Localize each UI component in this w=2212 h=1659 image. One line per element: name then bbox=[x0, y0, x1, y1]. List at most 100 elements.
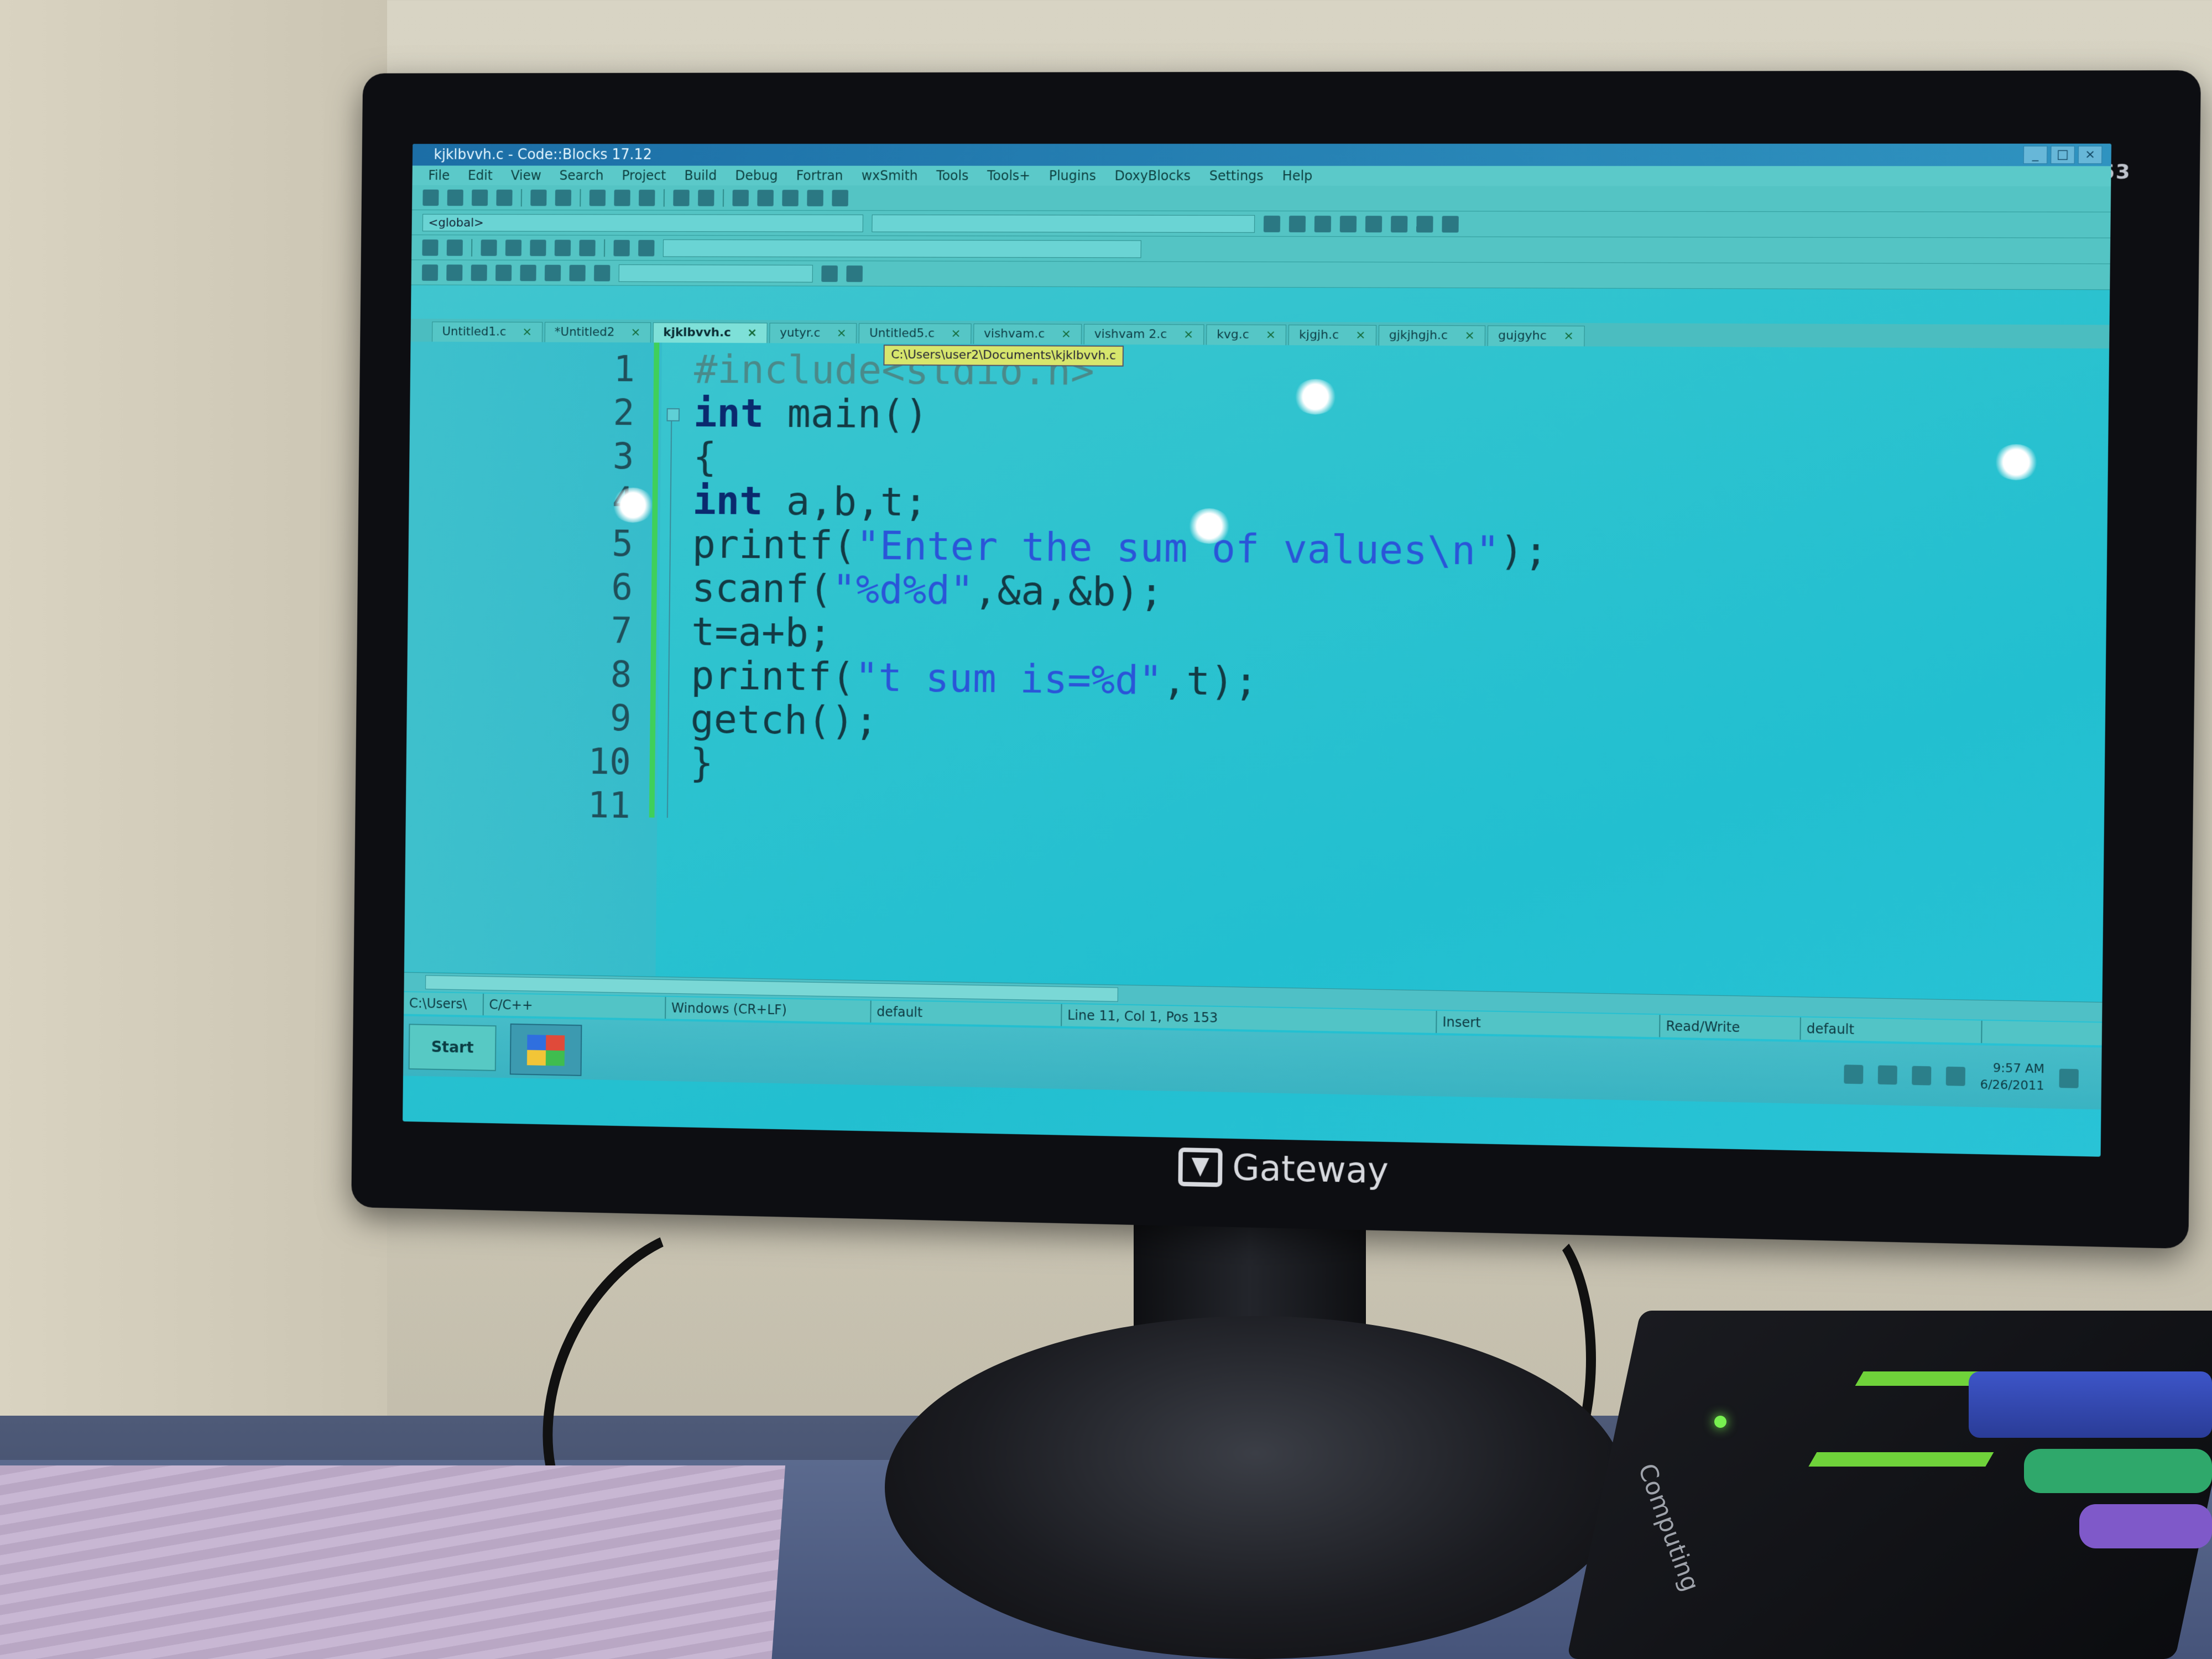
debug-start-icon[interactable] bbox=[1263, 215, 1281, 232]
open-file-icon[interactable] bbox=[447, 189, 463, 206]
volume-icon[interactable] bbox=[1912, 1066, 1932, 1086]
toolbar-combobox[interactable] bbox=[662, 239, 1141, 258]
show-desktop-icon[interactable] bbox=[2059, 1068, 2079, 1088]
menu-wxsmith[interactable]: wxSmith bbox=[862, 166, 918, 186]
close-icon[interactable]: × bbox=[630, 323, 640, 343]
zoom-out-icon[interactable] bbox=[594, 264, 611, 281]
align-center-icon[interactable] bbox=[520, 264, 536, 281]
code-editor[interactable]: 1 2 3 4 5 6 7 8 9 10 11 #include<stdio.h… bbox=[404, 341, 2109, 1001]
tab-label: kjklbvvh.c bbox=[663, 325, 732, 340]
menu-doxyblocks[interactable]: DoxyBlocks bbox=[1114, 166, 1191, 186]
align-right-icon[interactable] bbox=[544, 264, 561, 281]
layout-icon[interactable] bbox=[471, 264, 487, 281]
menu-tools-plus[interactable]: Tools+ bbox=[987, 166, 1031, 186]
close-icon[interactable]: × bbox=[1355, 326, 1366, 346]
abort-icon[interactable] bbox=[832, 189, 849, 206]
bookmark-prev-icon[interactable] bbox=[505, 239, 522, 256]
tab-kjgjh[interactable]: kjgjh.c × bbox=[1288, 325, 1376, 346]
connection-error-icon[interactable] bbox=[1945, 1066, 1966, 1086]
scope-dropdown[interactable]: <global> bbox=[422, 213, 864, 232]
debug-windows-icon[interactable] bbox=[1442, 215, 1459, 233]
build-run-icon[interactable] bbox=[782, 189, 799, 206]
menu-tools[interactable]: Tools bbox=[936, 166, 969, 186]
replace-icon[interactable] bbox=[698, 189, 714, 206]
run-icon[interactable] bbox=[757, 189, 774, 206]
menu-project[interactable]: Project bbox=[622, 166, 666, 186]
save-all-icon[interactable] bbox=[496, 189, 513, 206]
bookmark-next-icon[interactable] bbox=[530, 239, 546, 256]
build-icon[interactable] bbox=[732, 189, 749, 206]
tray-clock[interactable]: 9:57 AM 6/26/2011 bbox=[1980, 1060, 2044, 1095]
search-combobox[interactable] bbox=[618, 264, 813, 283]
pause-icon[interactable] bbox=[1390, 215, 1408, 232]
uncomment-icon[interactable] bbox=[579, 239, 596, 256]
menu-view[interactable]: View bbox=[510, 166, 541, 185]
tab-untitled1[interactable]: Untitled1.c × bbox=[432, 321, 542, 342]
find-icon[interactable] bbox=[673, 189, 690, 206]
start-button[interactable]: Start bbox=[408, 1024, 497, 1071]
ps2-connector-purple bbox=[2079, 1504, 2212, 1548]
close-icon[interactable]: × bbox=[1464, 326, 1475, 346]
close-icon[interactable]: × bbox=[837, 324, 847, 343]
save-icon[interactable] bbox=[471, 189, 488, 206]
tab-untitled5[interactable]: Untitled5.c × bbox=[859, 323, 972, 344]
fold-icon[interactable] bbox=[638, 239, 655, 257]
bookmark-toggle-icon[interactable] bbox=[481, 239, 497, 256]
settings-icon[interactable] bbox=[846, 265, 863, 282]
maximize-button[interactable]: □ bbox=[2051, 145, 2075, 164]
fold-toggle-icon[interactable] bbox=[666, 408, 680, 421]
paste-icon[interactable] bbox=[639, 189, 655, 206]
copy-icon[interactable] bbox=[614, 189, 630, 206]
run-to-cursor-icon[interactable] bbox=[1288, 215, 1306, 232]
close-icon[interactable]: × bbox=[1183, 325, 1194, 345]
menu-plugins[interactable]: Plugins bbox=[1049, 166, 1096, 186]
menu-file[interactable]: File bbox=[428, 166, 450, 185]
new-file-icon[interactable] bbox=[422, 189, 439, 206]
tab-gjkjhgjh[interactable]: gjkjhgjh.c × bbox=[1378, 325, 1486, 346]
close-icon[interactable]: × bbox=[522, 322, 532, 342]
tab-gujgyhc[interactable]: gujgyhc × bbox=[1487, 325, 1585, 347]
close-icon[interactable]: × bbox=[1266, 325, 1276, 345]
tray-arrow-icon[interactable] bbox=[1844, 1065, 1864, 1084]
search-icon[interactable] bbox=[821, 265, 838, 282]
menu-settings[interactable]: Settings bbox=[1209, 166, 1264, 186]
menu-help[interactable]: Help bbox=[1282, 166, 1313, 186]
zoom-in-icon[interactable] bbox=[569, 264, 586, 281]
tab-vishvam-2[interactable]: vishvam 2.c × bbox=[1083, 324, 1204, 345]
network-icon[interactable] bbox=[1877, 1065, 1898, 1085]
symbol-dropdown[interactable] bbox=[872, 214, 1255, 233]
next-line-icon[interactable] bbox=[1314, 215, 1332, 232]
close-icon[interactable]: × bbox=[747, 324, 757, 343]
minimize-button[interactable]: _ bbox=[2023, 145, 2048, 164]
match-brace-icon[interactable] bbox=[613, 239, 630, 256]
redo-icon[interactable] bbox=[555, 189, 572, 206]
taskbar-item-codeblocks[interactable] bbox=[509, 1023, 582, 1076]
tab-yutyr[interactable]: yutyr.c × bbox=[769, 322, 857, 344]
menu-fortran[interactable]: Fortran bbox=[796, 166, 843, 186]
jump-back-icon[interactable] bbox=[422, 239, 439, 256]
select-icon[interactable] bbox=[421, 264, 439, 281]
tab-kvg[interactable]: kvg.c × bbox=[1206, 324, 1287, 346]
close-button[interactable]: × bbox=[2078, 145, 2103, 164]
menu-search[interactable]: Search bbox=[559, 166, 604, 186]
stop-debug-icon[interactable] bbox=[1416, 215, 1433, 232]
comment-icon[interactable] bbox=[554, 239, 571, 256]
rebuild-icon[interactable] bbox=[807, 189, 823, 206]
frame-icon[interactable] bbox=[446, 264, 463, 281]
menu-edit[interactable]: Edit bbox=[468, 166, 493, 185]
step-out-icon[interactable] bbox=[1365, 215, 1383, 232]
tab-untitled2[interactable]: *Untitled2 × bbox=[544, 322, 651, 343]
tab-vishvam[interactable]: vishvam.c × bbox=[973, 324, 1082, 345]
step-into-icon[interactable] bbox=[1339, 215, 1357, 232]
close-icon[interactable]: × bbox=[951, 324, 961, 344]
menu-build[interactable]: Build bbox=[684, 166, 717, 186]
align-left-icon[interactable] bbox=[495, 264, 512, 281]
close-icon[interactable]: × bbox=[1061, 325, 1072, 345]
code-text: ); bbox=[1499, 527, 1548, 575]
tab-kjklbvvh[interactable]: kjklbvvh.c × bbox=[653, 322, 768, 343]
menu-debug[interactable]: Debug bbox=[735, 166, 778, 186]
jump-forward-icon[interactable] bbox=[446, 239, 463, 256]
close-icon[interactable]: × bbox=[1563, 326, 1574, 346]
cut-icon[interactable] bbox=[589, 189, 606, 206]
undo-icon[interactable] bbox=[530, 189, 547, 206]
